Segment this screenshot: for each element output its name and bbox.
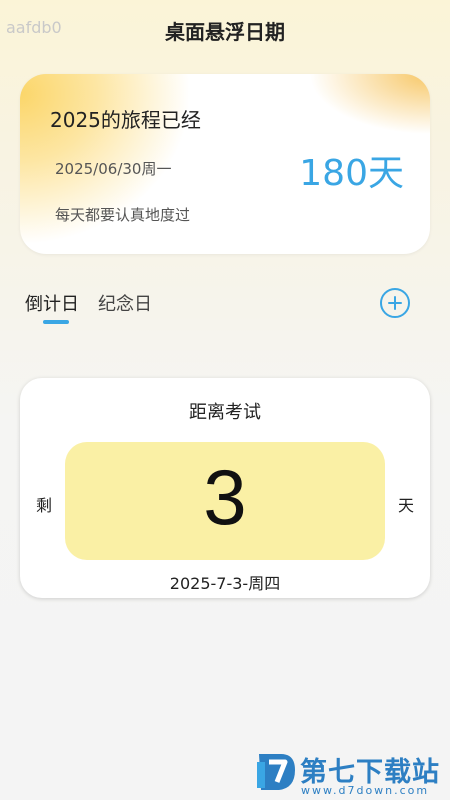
days-left-box: 3 <box>65 442 385 560</box>
tab-anniversary[interactable]: 纪念日 <box>98 290 152 316</box>
days-suffix: 天 <box>397 496 414 515</box>
today-date: 2025/06/30周一 <box>55 160 172 178</box>
motto-text: 每天都要认真地度过 <box>55 206 191 224</box>
remaining-prefix: 剩 <box>36 496 53 515</box>
d7-logo-icon <box>257 754 295 790</box>
year-progress-label: 2025的旅程已经 <box>50 108 201 132</box>
page-title: 桌面悬浮日期 <box>165 20 285 44</box>
tab-countdown[interactable]: 倒计日 <box>25 290 79 316</box>
countdown-card[interactable]: 距离考试 剩 3 天 2025-7-3-周四 <box>20 378 430 598</box>
event-title: 距离考试 <box>189 402 261 423</box>
site-url: www.d7down.com <box>301 784 430 797</box>
target-date: 2025-7-3-周四 <box>169 574 281 593</box>
days-left-number: 3 <box>203 453 247 541</box>
year-progress-card: 2025的旅程已经 2025/06/30周一 180天 每天都要认真地度过 <box>20 74 430 254</box>
active-tab-indicator <box>43 320 69 324</box>
add-event-button[interactable] <box>380 288 410 318</box>
days-elapsed: 180天 <box>299 153 404 194</box>
